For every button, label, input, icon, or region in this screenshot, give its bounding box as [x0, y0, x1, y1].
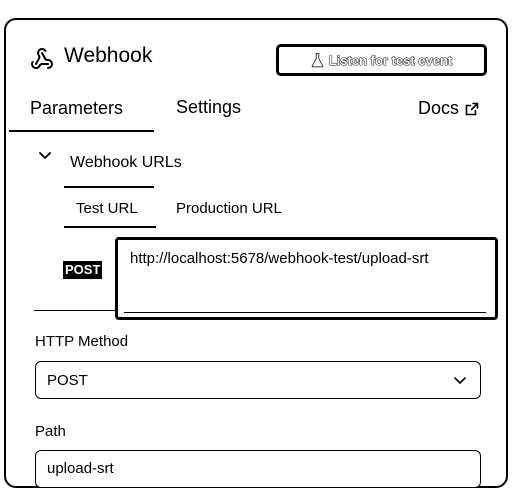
method-badge: POST [63, 261, 103, 279]
tab-parameters[interactable]: Parameters [30, 98, 123, 119]
active-tab-indicator [9, 130, 154, 132]
http-method-value: POST [47, 372, 88, 389]
http-method-select[interactable]: POST [35, 361, 481, 399]
tab-production-url[interactable]: Production URL [176, 200, 282, 217]
tab-test-url[interactable]: Test URL [76, 200, 138, 217]
flask-icon [311, 52, 324, 67]
listen-for-test-event-button[interactable]: Listen for test event [276, 44, 487, 76]
docs-label: Docs [418, 98, 460, 118]
path-input[interactable]: upload-srt [35, 450, 481, 488]
divider [34, 310, 116, 311]
http-method-label: HTTP Method [35, 333, 129, 350]
webhook-url-text: http://localhost:5678/webhook-test/uploa… [130, 250, 429, 267]
external-link-icon [465, 102, 479, 115]
chevron-down-icon[interactable] [38, 150, 52, 162]
webhook-icon [31, 48, 53, 69]
section-divider [64, 186, 154, 188]
url-underline [124, 312, 486, 313]
docs-link[interactable]: Docs [418, 98, 479, 119]
path-label: Path [35, 423, 66, 440]
chevron-down-icon [454, 377, 466, 384]
listen-button-label: Listen for test event [328, 52, 453, 68]
path-value: upload-srt [47, 460, 114, 477]
tab-settings[interactable]: Settings [176, 97, 241, 118]
active-subtab-indicator [64, 226, 156, 228]
webhook-urls-section-title[interactable]: Webhook URLs [70, 154, 182, 172]
webhook-url-field[interactable]: http://localhost:5678/webhook-test/uploa… [115, 237, 498, 320]
node-title: Webhook [64, 44, 153, 67]
